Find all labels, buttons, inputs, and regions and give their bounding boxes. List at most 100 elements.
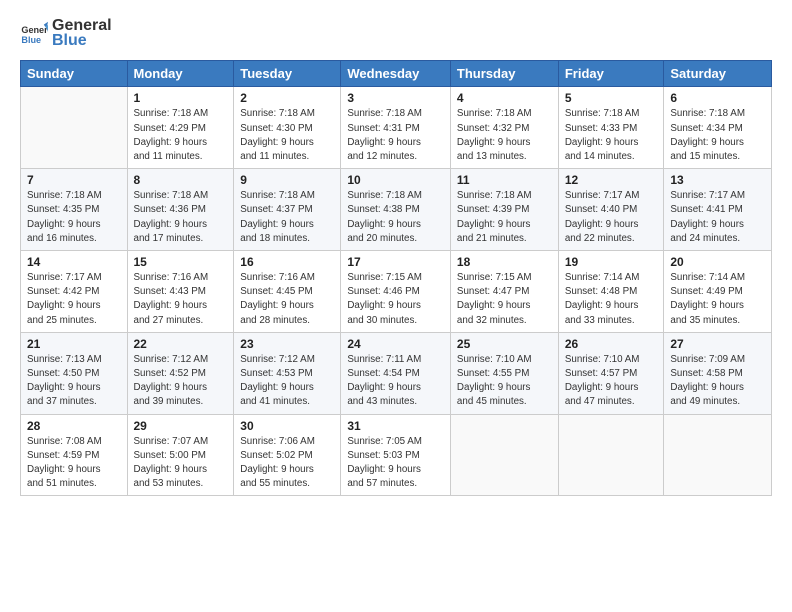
calendar-cell: 24 Sunrise: 7:11 AMSunset: 4:54 PMDayligh… bbox=[341, 332, 451, 414]
calendar-cell: 19 Sunrise: 7:14 AMSunset: 4:48 PMDayligh… bbox=[558, 251, 664, 333]
calendar-cell: 22 Sunrise: 7:12 AMSunset: 4:52 PMDayligh… bbox=[127, 332, 234, 414]
calendar-cell: 7 Sunrise: 7:18 AMSunset: 4:35 PMDaylight… bbox=[21, 169, 128, 251]
calendar-cell: 29Sunrise: 7:07 AMSunset: 5:00 PMDayligh… bbox=[127, 414, 234, 496]
calendar-cell: 25 Sunrise: 7:10 AMSunset: 4:55 PMDayligh… bbox=[450, 332, 558, 414]
day-number: 1 bbox=[134, 91, 228, 105]
day-number: 23 bbox=[240, 337, 334, 351]
svg-text:General: General bbox=[21, 25, 48, 35]
col-header-saturday: Saturday bbox=[664, 61, 772, 87]
day-info: Sunrise: 7:18 AMSunset: 4:32 PMDaylight:… bbox=[457, 107, 552, 164]
day-info: Sunrise: 7:15 AMSunset: 4:46 PMDaylight:… bbox=[347, 271, 444, 328]
day-number: 20 bbox=[670, 255, 765, 269]
calendar-cell: 15Sunrise: 7:16 AMSunset: 4:43 PMDayligh… bbox=[127, 251, 234, 333]
day-info: Sunrise: 7:12 AMSunset: 4:53 PMDaylight:… bbox=[240, 353, 334, 410]
day-number: 25 bbox=[457, 337, 552, 351]
day-info: Sunrise: 7:06 AMSunset: 5:02 PMDaylight:… bbox=[240, 435, 334, 492]
day-info: Sunrise: 7:18 AMSunset: 4:31 PMDaylight:… bbox=[347, 107, 444, 164]
calendar-cell: 21 Sunrise: 7:13 AMSunset: 4:50 PMDayligh… bbox=[21, 332, 128, 414]
day-number: 8 bbox=[134, 173, 228, 187]
calendar-cell bbox=[558, 414, 664, 496]
day-number: 26 bbox=[565, 337, 658, 351]
day-number: 18 bbox=[457, 255, 552, 269]
calendar-week-row: 21 Sunrise: 7:13 AMSunset: 4:50 PMDayligh… bbox=[21, 332, 772, 414]
col-header-monday: Monday bbox=[127, 61, 234, 87]
day-number: 19 bbox=[565, 255, 658, 269]
day-number: 12 bbox=[565, 173, 658, 187]
day-number: 9 bbox=[240, 173, 334, 187]
calendar-cell: 1 Sunrise: 7:18 AMSunset: 4:29 PMDaylight… bbox=[127, 87, 234, 169]
day-info: Sunrise: 7:05 AMSunset: 5:03 PMDaylight:… bbox=[347, 435, 444, 492]
day-info: Sunrise: 7:13 AMSunset: 4:50 PMDaylight:… bbox=[27, 353, 121, 410]
day-info: Sunrise: 7:18 AMSunset: 4:37 PMDaylight:… bbox=[240, 189, 334, 246]
calendar-cell: 31Sunrise: 7:05 AMSunset: 5:03 PMDayligh… bbox=[341, 414, 451, 496]
logo-icon: General Blue bbox=[20, 19, 48, 47]
day-number: 3 bbox=[347, 91, 444, 105]
day-info: Sunrise: 7:14 AMSunset: 4:49 PMDaylight:… bbox=[670, 271, 765, 328]
svg-text:Blue: Blue bbox=[21, 35, 41, 45]
day-info: Sunrise: 7:18 AMSunset: 4:30 PMDaylight:… bbox=[240, 107, 334, 164]
header: General Blue General Blue bbox=[20, 16, 772, 50]
day-info: Sunrise: 7:08 AMSunset: 4:59 PMDaylight:… bbox=[27, 435, 121, 492]
calendar-cell: 17 Sunrise: 7:15 AMSunset: 4:46 PMDayligh… bbox=[341, 251, 451, 333]
day-info: Sunrise: 7:17 AMSunset: 4:41 PMDaylight:… bbox=[670, 189, 765, 246]
calendar-cell: 23 Sunrise: 7:12 AMSunset: 4:53 PMDayligh… bbox=[234, 332, 341, 414]
day-number: 22 bbox=[134, 337, 228, 351]
calendar-week-row: 14Sunrise: 7:17 AMSunset: 4:42 PMDayligh… bbox=[21, 251, 772, 333]
day-number: 13 bbox=[670, 173, 765, 187]
calendar-cell: 11 Sunrise: 7:18 AMSunset: 4:39 PMDayligh… bbox=[450, 169, 558, 251]
day-number: 7 bbox=[27, 173, 121, 187]
day-info: Sunrise: 7:10 AMSunset: 4:57 PMDaylight:… bbox=[565, 353, 658, 410]
day-info: Sunrise: 7:18 AMSunset: 4:35 PMDaylight:… bbox=[27, 189, 121, 246]
day-number: 17 bbox=[347, 255, 444, 269]
calendar-cell: 14Sunrise: 7:17 AMSunset: 4:42 PMDayligh… bbox=[21, 251, 128, 333]
day-info: Sunrise: 7:18 AMSunset: 4:38 PMDaylight:… bbox=[347, 189, 444, 246]
calendar-cell bbox=[450, 414, 558, 496]
day-number: 24 bbox=[347, 337, 444, 351]
day-info: Sunrise: 7:15 AMSunset: 4:47 PMDaylight:… bbox=[457, 271, 552, 328]
calendar-cell: 6 Sunrise: 7:18 AMSunset: 4:34 PMDaylight… bbox=[664, 87, 772, 169]
calendar-cell: 27 Sunrise: 7:09 AMSunset: 4:58 PMDayligh… bbox=[664, 332, 772, 414]
calendar-cell: 30 Sunrise: 7:06 AMSunset: 5:02 PMDayligh… bbox=[234, 414, 341, 496]
day-number: 28 bbox=[27, 419, 121, 433]
calendar-cell: 20 Sunrise: 7:14 AMSunset: 4:49 PMDayligh… bbox=[664, 251, 772, 333]
day-info: Sunrise: 7:09 AMSunset: 4:58 PMDaylight:… bbox=[670, 353, 765, 410]
day-info: Sunrise: 7:17 AMSunset: 4:40 PMDaylight:… bbox=[565, 189, 658, 246]
calendar-cell: 3 Sunrise: 7:18 AMSunset: 4:31 PMDaylight… bbox=[341, 87, 451, 169]
day-number: 2 bbox=[240, 91, 334, 105]
day-number: 6 bbox=[670, 91, 765, 105]
calendar-cell: 4Sunrise: 7:18 AMSunset: 4:32 PMDaylight… bbox=[450, 87, 558, 169]
calendar-cell: 5Sunrise: 7:18 AMSunset: 4:33 PMDaylight… bbox=[558, 87, 664, 169]
col-header-sunday: Sunday bbox=[21, 61, 128, 87]
day-info: Sunrise: 7:07 AMSunset: 5:00 PMDaylight:… bbox=[134, 435, 228, 492]
day-info: Sunrise: 7:11 AMSunset: 4:54 PMDaylight:… bbox=[347, 353, 444, 410]
calendar-cell: 18 Sunrise: 7:15 AMSunset: 4:47 PMDayligh… bbox=[450, 251, 558, 333]
calendar-cell: 12 Sunrise: 7:17 AMSunset: 4:40 PMDayligh… bbox=[558, 169, 664, 251]
calendar-cell: 8 Sunrise: 7:18 AMSunset: 4:36 PMDaylight… bbox=[127, 169, 234, 251]
calendar-week-row: 7 Sunrise: 7:18 AMSunset: 4:35 PMDaylight… bbox=[21, 169, 772, 251]
day-number: 27 bbox=[670, 337, 765, 351]
calendar-cell: 26 Sunrise: 7:10 AMSunset: 4:57 PMDayligh… bbox=[558, 332, 664, 414]
day-number: 14 bbox=[27, 255, 121, 269]
calendar-cell: 10Sunrise: 7:18 AMSunset: 4:38 PMDayligh… bbox=[341, 169, 451, 251]
day-info: Sunrise: 7:18 AMSunset: 4:39 PMDaylight:… bbox=[457, 189, 552, 246]
day-number: 5 bbox=[565, 91, 658, 105]
day-info: Sunrise: 7:12 AMSunset: 4:52 PMDaylight:… bbox=[134, 353, 228, 410]
calendar-cell: 16Sunrise: 7:16 AMSunset: 4:45 PMDayligh… bbox=[234, 251, 341, 333]
col-header-wednesday: Wednesday bbox=[341, 61, 451, 87]
calendar-cell: 2 Sunrise: 7:18 AMSunset: 4:30 PMDaylight… bbox=[234, 87, 341, 169]
page: General Blue General Blue SundayMondayTu… bbox=[0, 0, 792, 612]
calendar-table: SundayMondayTuesdayWednesdayThursdayFrid… bbox=[20, 60, 772, 496]
day-info: Sunrise: 7:18 AMSunset: 4:29 PMDaylight:… bbox=[134, 107, 228, 164]
day-number: 30 bbox=[240, 419, 334, 433]
calendar-header-row: SundayMondayTuesdayWednesdayThursdayFrid… bbox=[21, 61, 772, 87]
calendar-cell bbox=[664, 414, 772, 496]
day-info: Sunrise: 7:18 AMSunset: 4:34 PMDaylight:… bbox=[670, 107, 765, 164]
calendar-cell: 9 Sunrise: 7:18 AMSunset: 4:37 PMDaylight… bbox=[234, 169, 341, 251]
day-info: Sunrise: 7:10 AMSunset: 4:55 PMDaylight:… bbox=[457, 353, 552, 410]
calendar-cell bbox=[21, 87, 128, 169]
day-number: 21 bbox=[27, 337, 121, 351]
day-info: Sunrise: 7:14 AMSunset: 4:48 PMDaylight:… bbox=[565, 271, 658, 328]
day-number: 11 bbox=[457, 173, 552, 187]
day-info: Sunrise: 7:18 AMSunset: 4:36 PMDaylight:… bbox=[134, 189, 228, 246]
col-header-thursday: Thursday bbox=[450, 61, 558, 87]
